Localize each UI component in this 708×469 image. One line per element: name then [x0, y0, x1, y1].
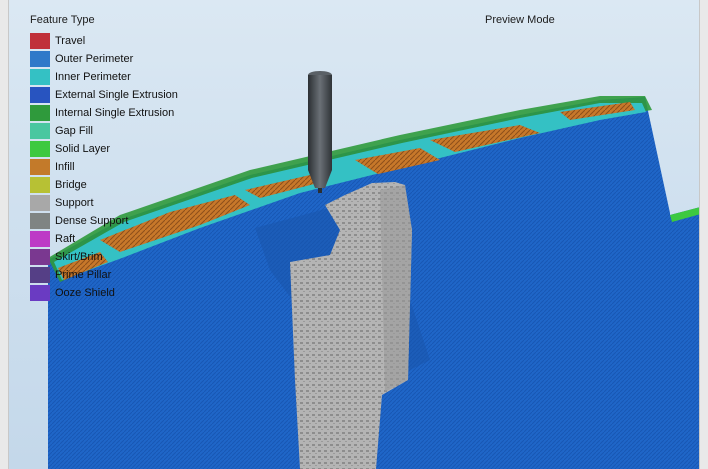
legend-swatch [30, 177, 50, 193]
legend-swatch [30, 87, 50, 103]
legend-label: Bridge [55, 179, 87, 191]
legend-swatch [30, 213, 50, 229]
legend-label: Support [55, 197, 94, 209]
legend-label: External Single Extrusion [55, 89, 178, 101]
legend-label: Internal Single Extrusion [55, 107, 175, 119]
legend-label: Ooze Shield [55, 287, 115, 299]
legend-swatch [30, 267, 50, 283]
preview-mode-label: Preview Mode [485, 14, 555, 26]
legend-swatch [30, 141, 50, 157]
legend-label: Skirt/Brim [55, 251, 103, 263]
legend-label: Prime Pillar [55, 269, 112, 281]
nozzle-icon [308, 71, 332, 193]
legend-label: Infill [55, 161, 75, 173]
legend-label: Dense Support [55, 215, 129, 227]
legend-swatch [30, 231, 50, 247]
legend-label: Solid Layer [55, 143, 111, 155]
preview-viewport[interactable]: Feature Type Preview Mode Travel Outer P… [0, 0, 708, 469]
legend-swatch [30, 51, 50, 67]
right-panel-edge [699, 0, 708, 469]
legend-swatch [30, 123, 50, 139]
left-panel-edge [0, 0, 9, 469]
legend-swatch [30, 249, 50, 265]
legend-label: Outer Perimeter [55, 53, 134, 65]
legend-swatch [30, 69, 50, 85]
legend-label: Gap Fill [55, 125, 93, 137]
legend-swatch [30, 195, 50, 211]
legend-swatch [30, 285, 50, 301]
legend-label: Travel [55, 35, 86, 47]
legend-label: Inner Perimeter [55, 71, 131, 83]
legend-swatch [30, 105, 50, 121]
legend-label: Raft [55, 233, 76, 245]
legend-title: Feature Type [30, 14, 95, 26]
legend-swatch [30, 159, 50, 175]
legend-swatch [30, 33, 50, 49]
